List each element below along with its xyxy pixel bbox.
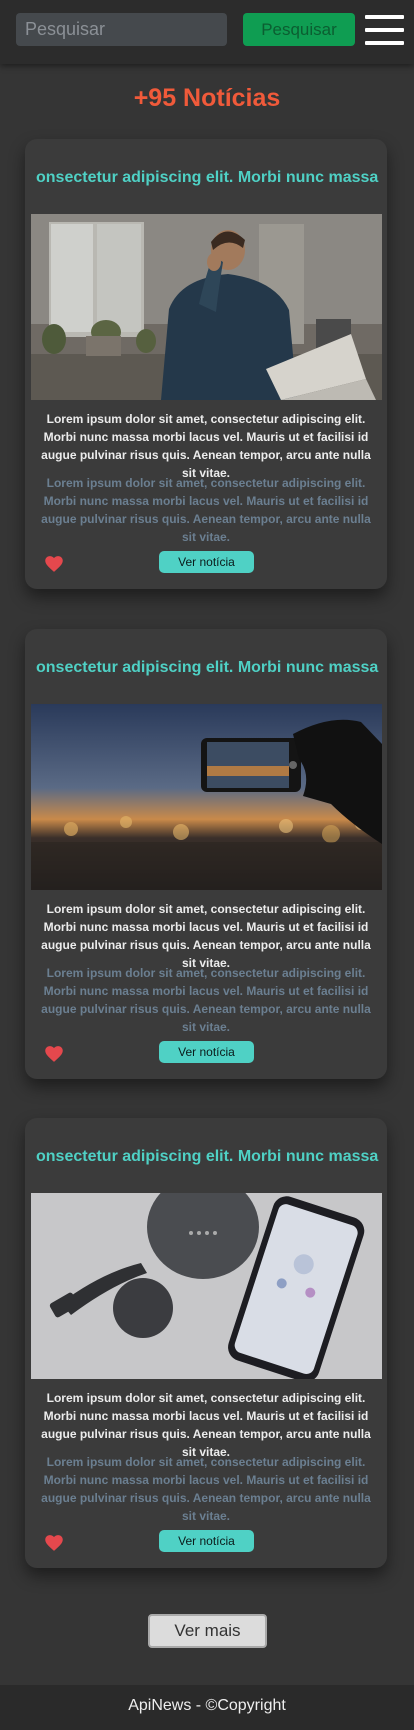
card-title: onsectetur adipiscing elit. Morbi nunc m… [36, 1148, 379, 1165]
news-card: onsectetur adipiscing elit. Morbi nunc m… [25, 139, 387, 589]
heart-icon[interactable] [44, 554, 64, 574]
card-text: Lorem ipsum dolor sit amet, consectetur … [41, 1391, 371, 1459]
news-card: onsectetur adipiscing elit. Morbi nunc m… [25, 629, 387, 1079]
view-news-button[interactable]: Ver notícia [159, 1041, 254, 1063]
search-button[interactable]: Pesquisar [243, 13, 355, 46]
phone-photographing-sunset-photo [31, 704, 382, 890]
man-on-phone-with-laptop-photo [31, 214, 382, 400]
footer-copyright: ApiNews - ©Copyright [128, 1697, 286, 1714]
search-input[interactable] [16, 13, 227, 46]
view-news-button[interactable]: Ver notícia [159, 1530, 254, 1552]
news-card: onsectetur adipiscing elit. Morbi nunc m… [25, 1118, 387, 1568]
card-title: onsectetur adipiscing elit. Morbi nunc m… [36, 169, 379, 186]
card-text-secondary: Lorem ipsum dolor sit amet, consectetur … [41, 476, 371, 544]
card-text: Lorem ipsum dolor sit amet, consectetur … [41, 902, 371, 970]
top-bar: Pesquisar [0, 0, 414, 64]
smart-speaker-chromecast-phone-photo [31, 1193, 382, 1379]
hamburger-menu-icon[interactable] [365, 15, 404, 45]
card-text: Lorem ipsum dolor sit amet, consectetur … [41, 412, 371, 480]
card-text-secondary: Lorem ipsum dolor sit amet, consectetur … [41, 1455, 371, 1523]
view-news-button[interactable]: Ver notícia [159, 551, 254, 573]
card-text-secondary: Lorem ipsum dolor sit amet, consectetur … [41, 966, 371, 1034]
card-title: onsectetur adipiscing elit. Morbi nunc m… [36, 659, 379, 676]
load-more-button[interactable]: Ver mais [148, 1614, 267, 1648]
heart-icon[interactable] [44, 1044, 64, 1064]
heart-icon[interactable] [44, 1533, 64, 1553]
footer: ApiNews - ©Copyright [0, 1685, 414, 1730]
news-count-heading: +95 Notícias [133, 84, 281, 112]
